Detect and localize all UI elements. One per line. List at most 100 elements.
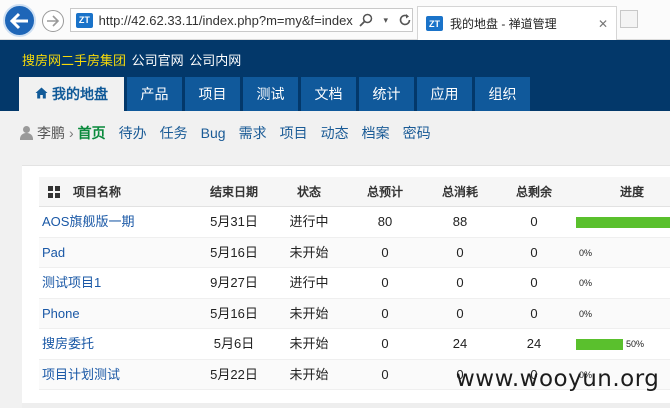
intranet-link[interactable]: 公司内网 [189, 53, 241, 68]
sub-nav: 李鹏 › 首页 待办 任务 Bug 需求 项目 动态 档案 密码 [0, 111, 670, 155]
main-nav: 我的地盘 产品 项目 测试 文档 统计 应用 组织 [19, 77, 530, 111]
estimate-cell: 0 [381, 244, 389, 260]
project-link[interactable]: Phone [42, 299, 80, 329]
search-icon[interactable] [359, 13, 373, 27]
progress-label: 50% [626, 339, 645, 349]
estimate-cell: 0 [381, 336, 389, 351]
header-consumed[interactable]: 总消耗 [423, 177, 497, 207]
end-date-cell: 5月31日 [210, 214, 258, 229]
left-cell: 0 [530, 214, 538, 229]
header-progress[interactable]: 进度 [594, 177, 670, 207]
nav-my-label: 我的地盘 [52, 86, 108, 102]
home-icon [35, 87, 48, 102]
subnav-story[interactable]: 需求 [239, 123, 267, 143]
header-left[interactable]: 总剩余 [497, 177, 571, 207]
estimate-cell: 80 [377, 214, 393, 229]
browser-tab[interactable]: ZT 我的地盘 - 禅道管理 ✕ [417, 6, 617, 40]
consumed-cell: 0 [456, 305, 464, 321]
estimate-cell: 0 [381, 366, 389, 382]
progress-cell: 0% [576, 238, 592, 268]
end-date-cell: 5月22日 [210, 366, 258, 382]
subnav-task[interactable]: 任务 [160, 123, 188, 143]
subnav-bug[interactable]: Bug [201, 125, 226, 141]
progress-bar [576, 216, 670, 228]
close-icon[interactable]: ✕ [598, 17, 608, 31]
end-date-cell: 9月27日 [210, 275, 258, 290]
nav-project[interactable]: 项目 [185, 77, 240, 111]
new-tab-button[interactable] [620, 10, 638, 28]
progress-label: 0% [579, 247, 593, 258]
progress-bar [576, 338, 623, 350]
nav-doc[interactable]: 文档 [301, 77, 356, 111]
company-brand[interactable]: 搜房网二手房集团 [22, 53, 126, 68]
status-cell: 未开始 [289, 305, 329, 321]
table-row: Phone 5月16日 未开始 0 0 0 0% [39, 298, 670, 329]
site-favicon-icon: ZT [76, 12, 93, 28]
nav-org[interactable]: 组织 [475, 77, 530, 111]
refresh-icon[interactable] [398, 13, 412, 27]
progress-cell: 0% [576, 299, 592, 329]
table-row: Pad 5月16日 未开始 0 0 0 0% [39, 237, 670, 268]
left-cell: 0 [530, 305, 538, 321]
consumed-cell: 0 [456, 275, 464, 290]
consumed-cell: 24 [452, 336, 468, 351]
status-cell: 进行中 [289, 214, 329, 229]
chevron-right-icon: › [69, 125, 74, 141]
user-name[interactable]: 李鹏 [37, 123, 65, 143]
progress-label: 0% [579, 308, 593, 319]
end-date-cell: 5月16日 [210, 305, 258, 321]
status-cell: 进行中 [289, 275, 329, 290]
subnav-project[interactable]: 项目 [280, 123, 308, 143]
project-link[interactable]: AOS旗舰版一期 [42, 207, 134, 237]
watermark: www.wooyun.org [456, 366, 660, 392]
browser-chrome: ZT http://42.62.33.11/index.php?m=my&f=i… [0, 0, 670, 40]
table-row: 测试项目1 9月27日 进行中 0 0 0 0% [39, 268, 670, 299]
project-link[interactable]: 项目计划测试 [42, 360, 120, 390]
project-link[interactable]: Pad [42, 238, 65, 268]
estimate-cell: 0 [381, 305, 389, 321]
status-cell: 未开始 [289, 244, 329, 260]
subnav-home[interactable]: 首页 [78, 123, 106, 143]
left-cell: 0 [530, 244, 538, 260]
subnav-todo[interactable]: 待办 [119, 123, 147, 143]
nav-my[interactable]: 我的地盘 [19, 77, 124, 111]
status-cell: 未开始 [289, 336, 329, 351]
left-cell: 0 [530, 275, 538, 290]
header-status[interactable]: 状态 [271, 177, 347, 207]
project-link[interactable]: 测试项目1 [42, 268, 101, 298]
panel-scroll-edge [22, 403, 670, 408]
consumed-cell: 0 [456, 244, 464, 260]
nav-app[interactable]: 应用 [417, 77, 472, 111]
app-header: 搜房网二手房集团 公司官网 公司内网 我的地盘 产品 项目 测试 文档 统计 应… [0, 40, 670, 111]
consumed-cell: 88 [452, 214, 468, 229]
forward-button[interactable] [42, 10, 64, 32]
tab-favicon-icon: ZT [426, 16, 443, 31]
header-name[interactable]: 项目名称 [73, 177, 121, 207]
project-link[interactable]: 搜房委托 [42, 329, 94, 359]
subnav-dynamic[interactable]: 动态 [321, 123, 349, 143]
nav-report[interactable]: 统计 [359, 77, 414, 111]
progress-cell: 50% [576, 329, 644, 359]
dropdown-icon[interactable]: ▾ [383, 15, 388, 26]
table-body: AOS旗舰版一期 5月31日 进行中 80 88 0 Pad 5月16日 未开始… [39, 207, 670, 390]
nav-product[interactable]: 产品 [127, 77, 182, 111]
progress-cell: 0% [576, 268, 592, 298]
address-bar[interactable]: ZT http://42.62.33.11/index.php?m=my&f=i… [70, 8, 413, 32]
tab-title: 我的地盘 - 禅道管理 [450, 17, 557, 31]
subnav-profile[interactable]: 档案 [362, 123, 390, 143]
user-icon [20, 126, 33, 140]
official-site-link[interactable]: 公司官网 [132, 53, 184, 68]
url-text[interactable]: http://42.62.33.11/index.php?m=my&f=inde… [99, 13, 356, 28]
header-end-date[interactable]: 结束日期 [197, 177, 271, 207]
progress-cell [576, 207, 670, 237]
header-estimate[interactable]: 总预计 [347, 177, 423, 207]
back-button[interactable] [3, 4, 36, 37]
subnav-password[interactable]: 密码 [403, 123, 431, 143]
estimate-cell: 0 [381, 275, 389, 290]
table-header: 项目名称 结束日期 状态 总预计 总消耗 总剩余 进度 [39, 177, 670, 207]
brand-row: 搜房网二手房集团 公司官网 公司内网 [22, 50, 241, 69]
arrow-left-icon [9, 12, 28, 29]
arrow-right-icon [47, 15, 60, 27]
nav-test[interactable]: 测试 [243, 77, 298, 111]
status-cell: 未开始 [289, 366, 329, 382]
